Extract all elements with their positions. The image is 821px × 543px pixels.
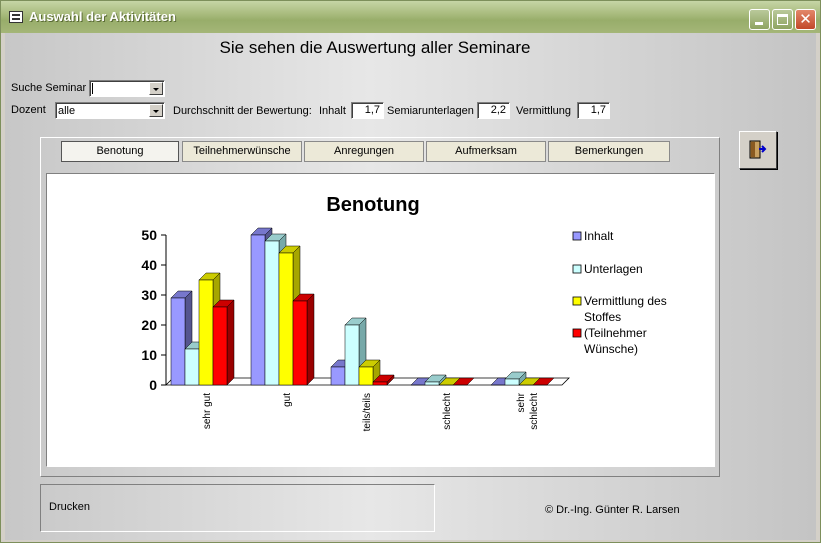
chevron-down-icon[interactable] — [149, 104, 163, 117]
legend-swatch — [572, 296, 582, 306]
y-tick-label: 10 — [141, 347, 157, 363]
title-bar[interactable]: Auswahl der Aktivitäten ✕ — [1, 1, 820, 33]
application-window: Auswahl der Aktivitäten ✕ Sie sehen die … — [0, 0, 821, 543]
dozent-select[interactable]: alle — [55, 102, 165, 119]
bar — [344, 324, 360, 386]
vermittlung-average: 1,7 — [577, 102, 610, 119]
tab-benotung[interactable]: Benotung — [61, 141, 179, 162]
seminar-select[interactable] — [89, 80, 165, 97]
bar-side — [306, 293, 315, 386]
benotung-chart: Benotung 0 10 20 30 40 50 sehr gut gut teils/teil… — [141, 194, 667, 431]
close-button[interactable]: ✕ — [795, 9, 816, 30]
inhalt-label: Inhalt — [319, 105, 346, 117]
maximize-button[interactable] — [772, 9, 793, 30]
print-label: Drucken — [49, 501, 90, 513]
bar — [212, 306, 228, 386]
unterlagen-label: Semiarunterlagen — [387, 105, 474, 117]
bar — [198, 279, 214, 386]
window-title: Auswahl der Aktivitäten — [29, 9, 176, 24]
unterlagen-average: 2,2 — [477, 102, 510, 119]
legend-label: Unterlagen — [584, 262, 643, 276]
tab-teilnehmerwuensche[interactable]: Teilnehmerwünsche — [182, 141, 302, 162]
bar — [170, 297, 186, 386]
x-tick-label: sehr — [516, 392, 527, 412]
bar — [358, 366, 374, 386]
form-body: Sie sehen die Auswertung aller Seminare … — [5, 33, 816, 540]
exit-button[interactable] — [739, 131, 777, 169]
y-tick-label: 20 — [141, 317, 157, 333]
legend-label: Inhalt — [584, 229, 614, 243]
bar — [330, 366, 346, 386]
legend-swatch — [572, 328, 582, 338]
legend-label: (Teilnehmer — [584, 326, 647, 340]
legend-label: Stoffes — [584, 310, 621, 324]
bar — [292, 300, 308, 386]
x-tick-label: gut — [282, 393, 293, 407]
seminar-label: Suche Seminar — [11, 82, 87, 94]
y-tick-label: 50 — [141, 227, 157, 243]
chevron-down-icon[interactable] — [149, 82, 163, 95]
exit-door-icon — [749, 140, 767, 159]
legend-label: Wünsche) — [584, 342, 638, 356]
print-area[interactable]: Drucken — [40, 484, 435, 532]
tab-bemerkungen[interactable]: Bemerkungen — [548, 141, 670, 162]
bar — [250, 234, 266, 386]
y-tick-label: 40 — [141, 257, 157, 273]
bar — [424, 381, 440, 386]
legend-label: Vermittlung des — [584, 294, 667, 308]
bar — [264, 240, 280, 386]
page-title: Sie sehen die Auswertung aller Seminare — [219, 38, 531, 57]
bar — [372, 381, 388, 386]
chart-container: Benotung 0 10 20 30 40 50 sehr gut gut teils/teil… — [46, 173, 715, 467]
bar — [278, 252, 294, 386]
legend-swatch — [572, 231, 582, 241]
x-tick-label: schlecht — [529, 393, 540, 430]
close-icon: ✕ — [799, 10, 812, 28]
text-caret — [92, 83, 93, 94]
bar — [504, 378, 520, 386]
x-tick-label: schlecht — [442, 393, 453, 430]
y-tick-label: 30 — [141, 287, 157, 303]
copyright-text: © Dr.-Ing. Günter R. Larsen — [545, 504, 680, 516]
minimize-icon — [755, 22, 763, 25]
tab-anregungen[interactable]: Anregungen — [304, 141, 424, 162]
averages-label: Durchschnitt der Bewertung: — [173, 105, 312, 117]
tab-aufmerksam[interactable]: Aufmerksam — [426, 141, 546, 162]
dozent-label: Dozent — [11, 104, 46, 116]
x-tick-label: sehr gut — [202, 393, 213, 429]
vermittlung-label: Vermittlung — [516, 105, 572, 117]
chart-title: Benotung — [326, 194, 419, 216]
maximize-icon — [777, 14, 788, 25]
y-tick-label: 0 — [149, 377, 157, 393]
inhalt-average: 1,7 — [351, 102, 384, 119]
minimize-button[interactable] — [749, 9, 770, 30]
bar — [184, 348, 200, 386]
dozent-select-value: alle — [58, 105, 76, 117]
bar-side — [226, 299, 235, 386]
legend-swatch — [572, 264, 582, 274]
x-tick-label: teils/teils — [362, 393, 373, 431]
form-icon — [9, 11, 23, 23]
